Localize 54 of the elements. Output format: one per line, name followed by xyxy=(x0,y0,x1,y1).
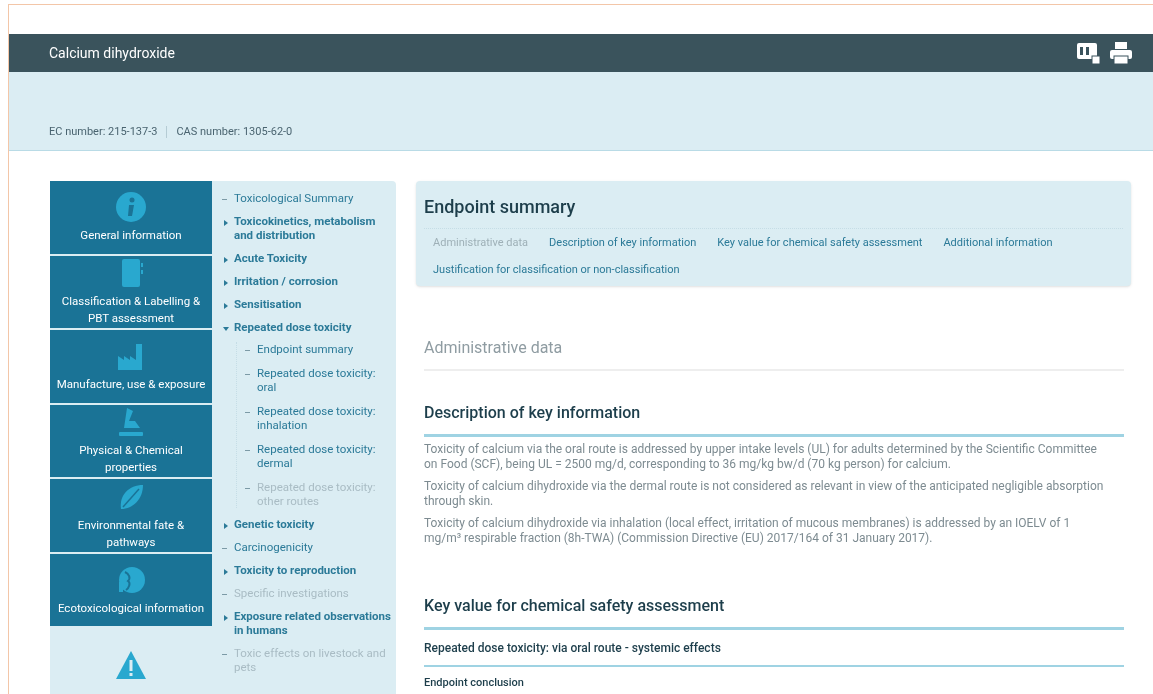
print-icon[interactable] xyxy=(1109,42,1133,64)
tree-link[interactable]: Repeated dose toxicity: dermal xyxy=(257,442,392,470)
panel-title: Endpoint summary xyxy=(424,195,577,219)
section-link[interactable]: Additional information xyxy=(943,235,1053,252)
tree-group-link[interactable]: Exposure related observations in humans xyxy=(234,609,392,637)
tree-group-link[interactable]: Irritation / corrosion xyxy=(234,274,338,288)
section-label: Ecotoxicological information xyxy=(57,599,205,617)
description-paragraph: Toxicity of calcium dihydroxide via the dermal route is not considered as relevant in view of the anticipated negligible absorption through skin. xyxy=(424,479,1105,509)
cas-number: CAS number: 1305-62-0 xyxy=(176,123,293,140)
info-icon xyxy=(115,190,147,223)
section-link[interactable]: Description of key information xyxy=(549,235,697,252)
tree-link[interactable]: Repeated dose toxicity: inhalation xyxy=(257,404,392,432)
section-label: Physical & Chemical properties xyxy=(78,442,184,476)
tree-group-link[interactable]: Repeated dose toxicity xyxy=(234,320,352,334)
tree-link[interactable]: Endpoint summary xyxy=(257,342,354,356)
subsection-heading: Repeated dose toxicity: via oral route - systemic effects xyxy=(424,639,1124,667)
section-tile[interactable]: Ecotoxicological information xyxy=(50,553,212,627)
section-link[interactable]: Justification for classification or non-classification xyxy=(433,261,680,278)
section-tile[interactable]: Manufacture, use & exposure xyxy=(50,330,212,403)
tree-link[interactable]: Carcinogenicity xyxy=(234,540,313,554)
dash-icon xyxy=(222,594,227,595)
tree-group-link[interactable]: Sensitisation xyxy=(234,297,302,311)
section-heading: Administrative data xyxy=(424,336,1124,371)
tree-group-link[interactable]: Genetic toxicity xyxy=(234,517,315,531)
section-link[interactable]: Key value for chemical safety assessment xyxy=(717,235,923,252)
dash-icon xyxy=(222,548,227,549)
dash-icon xyxy=(245,374,250,375)
tree-group-link[interactable]: Toxicity to reproduction xyxy=(234,563,357,577)
document-badge-icon[interactable] xyxy=(1077,42,1101,64)
section-label: Environmental fate & pathways xyxy=(76,516,186,551)
section-heading: Description of key information xyxy=(424,401,1124,437)
dash-icon xyxy=(222,199,227,200)
description-paragraph: Toxicity of calcium via the oral route is addressed by upper intake levels (UL) for adults determined by the Scientific Committee on Food (SCF), being UL = 2500 mg/d, corresponding to 36 mg/kg bw/d (70 kg person) for calcium. xyxy=(424,442,1098,472)
dash-icon xyxy=(245,350,250,351)
section-label: Manufacture, use & exposure xyxy=(56,375,206,393)
dash-icon xyxy=(245,488,250,489)
tree-group-link[interactable]: Toxicokinetics, metabolism and distribution xyxy=(234,214,392,242)
section-tile[interactable]: Classification & Labelling & PBT assessment xyxy=(50,255,212,329)
dash-icon xyxy=(245,450,250,451)
section-label: General information xyxy=(80,226,182,244)
field-label: Endpoint conclusion xyxy=(424,675,525,691)
dash-icon xyxy=(222,654,227,655)
substance-title: Calcium dihydroxide xyxy=(49,43,175,63)
ec-number: EC number: 215-137-3 xyxy=(49,123,158,140)
dash-icon xyxy=(245,412,250,413)
tree-group-link[interactable]: Acute Toxicity xyxy=(234,251,307,265)
description-paragraph: Toxicity of calcium dihydroxide via inhalation (local effect, irritation of mucous membranes) is addressed by an IOELV of 1 mg/m³ respirable fraction (8h-TWA) (Commission Directive (EU) 2017/164 of 31 January 2017). xyxy=(424,516,1072,546)
section-tile[interactable]: General information xyxy=(50,181,212,254)
tree-link[interactable]: Repeated dose toxicity: oral xyxy=(257,366,392,394)
tree-link[interactable]: Toxicological Summary xyxy=(234,191,354,205)
section-heading: Key value for chemical safety assessment xyxy=(424,594,1124,630)
section-label: Classification & Labelling & PBT assessment xyxy=(60,292,202,327)
section-tile[interactable]: Physical & Chemical properties xyxy=(50,404,212,478)
section-tile[interactable]: Environmental fate & pathways xyxy=(50,479,212,552)
